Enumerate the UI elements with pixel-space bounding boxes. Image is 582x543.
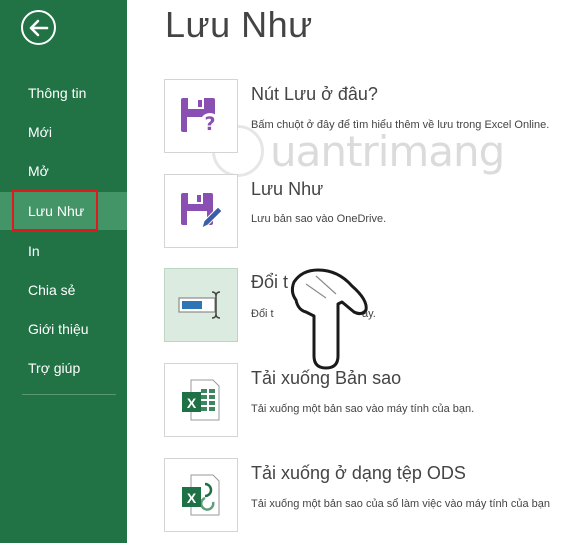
sidebar-item-new[interactable]: Mới xyxy=(0,113,127,151)
sidebar-item-save-as[interactable]: Lưu Như xyxy=(0,192,127,230)
back-arrow-icon xyxy=(29,19,48,36)
svg-text:X: X xyxy=(187,490,197,506)
sidebar-item-print[interactable]: In xyxy=(0,232,127,270)
option-desc-download-copy: Tải xuống một bản sao vào máy tính của b… xyxy=(251,403,475,415)
option-tile-rename[interactable] xyxy=(164,268,238,342)
back-button[interactable] xyxy=(21,10,56,45)
page-title: Lưu Như xyxy=(165,4,313,45)
option-tile-download-ods[interactable]: X xyxy=(164,458,238,532)
watermark-text: uantrimang xyxy=(270,126,505,176)
svg-text:?: ? xyxy=(204,113,215,135)
option-tile-save-as[interactable] xyxy=(164,174,238,248)
option-title-where-save[interactable]: Nút Lưu ở đâu? xyxy=(251,84,378,105)
option-title-save-as[interactable]: Lưu Như xyxy=(251,179,323,200)
option-desc-where-save: Bấm chuột ở đây để tìm hiểu thêm về lưu … xyxy=(251,119,550,131)
option-title-download-ods[interactable]: Tải xuống ở dạng tệp ODS xyxy=(251,463,466,484)
sidebar-item-info[interactable]: Thông tin xyxy=(0,74,127,112)
save-question-icon: ? xyxy=(181,98,220,135)
option-tile-download-copy[interactable]: X xyxy=(164,363,238,437)
sidebar-item-open[interactable]: Mở xyxy=(0,152,127,190)
rename-icon xyxy=(178,291,221,319)
option-desc-save-as: Lưu bản sao vào OneDrive. xyxy=(251,213,387,225)
excel-file-icon: X xyxy=(182,379,220,421)
excel-ods-icon: X xyxy=(182,474,220,516)
svg-text:X: X xyxy=(187,395,197,411)
sidebar-item-share[interactable]: Chia sẻ xyxy=(0,271,127,309)
save-edit-icon xyxy=(181,193,223,229)
sidebar-item-about[interactable]: Giới thiệu xyxy=(0,310,127,348)
nav-divider xyxy=(22,394,116,395)
option-desc-download-ods: Tải xuống một bản sao của sổ làm việc và… xyxy=(251,498,550,510)
pointing-hand-icon xyxy=(290,268,368,370)
option-desc-rename: Đổi t xyxy=(251,308,274,320)
sidebar: Thông tin Mới Mở Lưu Như In Chia sẻ Giới… xyxy=(0,0,127,543)
sidebar-item-help[interactable]: Trợ giúp xyxy=(0,349,127,387)
option-tile-where-save[interactable]: ? xyxy=(164,79,238,153)
